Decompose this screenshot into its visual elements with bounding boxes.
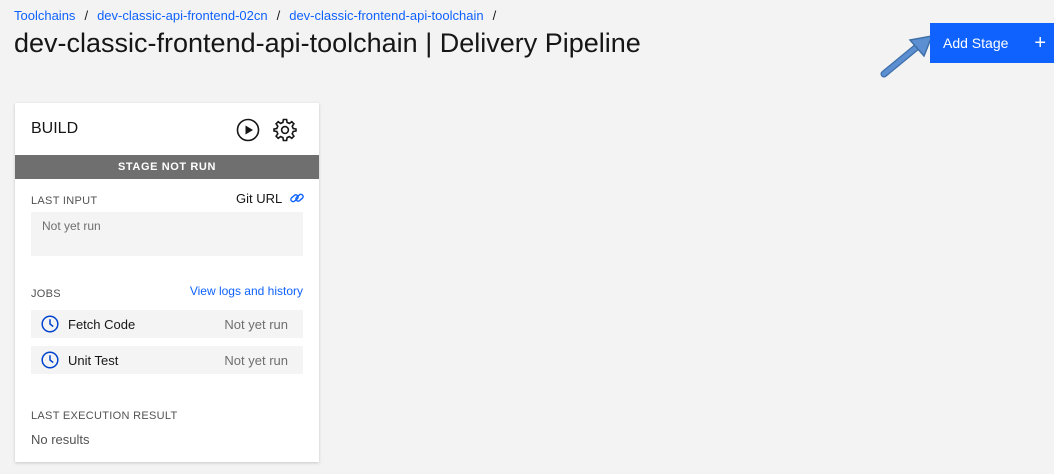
git-url-link[interactable]: Git URL <box>236 190 305 206</box>
job-name: Unit Test <box>68 352 119 368</box>
stage-status-bar: STAGE NOT RUN <box>15 155 319 179</box>
add-stage-label: Add Stage <box>943 35 1009 51</box>
git-url-label: Git URL <box>236 190 283 206</box>
plus-icon: + <box>1034 32 1046 54</box>
breadcrumb-separator: / <box>492 8 497 23</box>
breadcrumb-toolchain-group[interactable]: dev-classic-api-frontend-02cn <box>97 8 268 23</box>
job-status: Not yet run <box>224 352 288 368</box>
clock-icon <box>41 351 59 369</box>
job-row-fetch-code[interactable]: Fetch Code Not yet run <box>31 310 303 338</box>
page-title: dev-classic-frontend-api-toolchain | Del… <box>14 28 641 58</box>
last-input-box: Not yet run <box>31 212 303 256</box>
stage-name: BUILD <box>31 120 79 137</box>
breadcrumb: Toolchains / dev-classic-api-frontend-02… <box>14 8 505 23</box>
last-input-label: LAST INPUT <box>31 195 98 207</box>
job-status: Not yet run <box>224 316 288 332</box>
gear-icon[interactable] <box>273 118 297 147</box>
link-icon <box>290 193 305 203</box>
view-logs-link[interactable]: View logs and history <box>190 284 303 298</box>
last-execution-value: No results <box>31 432 90 447</box>
stage-card-header: BUILD <box>15 103 319 155</box>
pointer-arrow-annotation <box>880 35 934 78</box>
stage-card-build: BUILD STAGE NOT RUN LAST INPUT Git URL N… <box>15 103 319 462</box>
jobs-label: JOBS <box>31 288 61 300</box>
breadcrumb-toolchain[interactable]: dev-classic-frontend-api-toolchain <box>289 8 483 23</box>
breadcrumb-separator: / <box>84 8 89 23</box>
clock-icon <box>41 315 59 333</box>
job-row-unit-test[interactable]: Unit Test Not yet run <box>31 346 303 374</box>
last-execution-label: LAST EXECUTION RESULT <box>31 410 178 422</box>
run-stage-icon[interactable] <box>236 118 260 147</box>
breadcrumb-separator: / <box>276 8 281 23</box>
breadcrumb-toolchains[interactable]: Toolchains <box>14 8 75 23</box>
job-name: Fetch Code <box>68 316 136 332</box>
add-stage-button[interactable]: Add Stage + <box>930 23 1054 63</box>
